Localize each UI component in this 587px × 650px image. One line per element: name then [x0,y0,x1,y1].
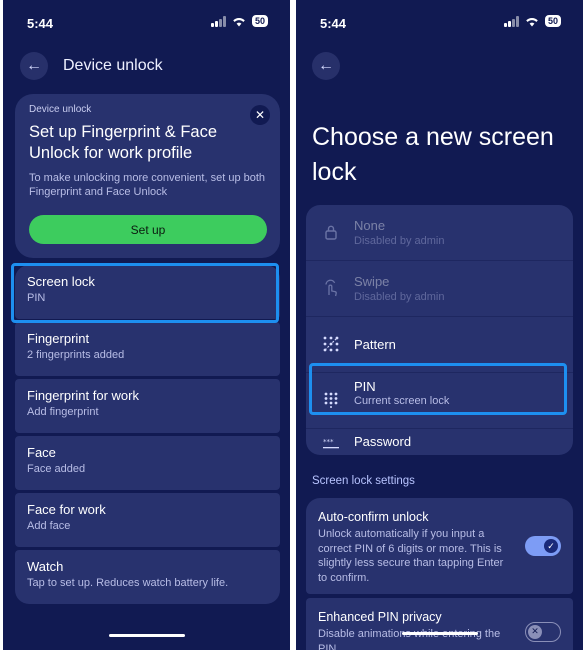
gesture-nav-bar[interactable] [402,632,478,635]
enhanced-pin-privacy-toggle[interactable]: ✕ [525,622,561,642]
status-bar: 5:44 50 [296,0,583,44]
lock-icon [320,221,342,243]
battery-level: 50 [547,16,558,26]
option-title: None [354,218,386,233]
cellular-signal-icon [504,15,519,27]
page-title: Choose a new screen lock [312,123,554,186]
screen-lock-options: None Disabled by admin Swipe Disabled by… [306,205,573,455]
back-button[interactable]: ← [20,52,48,80]
choose-screen-lock-screen: 5:44 50 ← Choose a new screen lock None … [296,0,583,650]
option-subtitle: Disabled by admin [354,291,445,303]
settings-item-face-for-work[interactable]: Face for work Add face [15,493,280,547]
item-title: Fingerprint for work [27,388,139,403]
promo-label: Device unlock [29,104,92,115]
arrow-left-icon: ← [26,57,42,74]
option-password[interactable]: *** Password [306,417,573,455]
status-time: 5:44 [320,16,347,31]
status-time: 5:44 [27,16,54,31]
option-swipe[interactable]: Swipe Disabled by admin [306,261,573,317]
close-icon: ✕ [254,108,266,122]
setup-button[interactable]: Set up [29,215,267,244]
settings-item-face[interactable]: Face Face added [15,436,280,490]
battery-level: 50 [254,16,265,26]
settings-item-watch[interactable]: Watch Tap to set up. Reduces watch batte… [15,550,280,604]
option-title: Swipe [354,274,390,289]
cellular-signal-icon [211,15,226,27]
checkmark-icon: ✓ [544,539,558,553]
device-unlock-screen: 5:44 50 ← Device unlock Device unlock Se… [3,0,290,650]
wifi-icon [233,17,245,26]
status-bar: 5:44 50 [3,0,290,44]
option-title: Pattern [354,337,396,352]
option-pattern[interactable]: Pattern [306,317,573,373]
setting-title: Auto-confirm unlock [318,510,429,524]
item-subtitle: Face added [27,463,86,475]
battery-icon: 50 [251,15,268,27]
pin-keypad-icon [320,389,342,411]
item-subtitle: Add fingerprint [27,406,99,418]
setting-title: Enhanced PIN privacy [318,610,442,624]
option-title: Password [354,434,412,449]
item-title: Face for work [27,502,106,517]
settings-item-screen-lock[interactable]: Screen lock PIN [15,265,280,319]
wifi-icon [526,17,538,26]
item-title: Screen lock [27,274,95,289]
svg-text:***: *** [323,439,334,446]
pattern-icon [320,333,342,355]
setting-auto-confirm-unlock[interactable]: Auto-confirm unlock Unlock automatically… [306,498,573,594]
setting-description: Unlock automatically if you input a corr… [318,528,504,584]
item-subtitle: Tap to set up. Reduces watch battery lif… [27,577,229,589]
option-none[interactable]: None Disabled by admin [306,205,573,261]
item-subtitle: PIN [27,292,46,304]
swipe-icon [320,277,342,299]
option-title: PIN [354,379,376,394]
promo-heading: Set up Fingerprint & Face Unlock for wor… [29,123,218,162]
gesture-nav-bar[interactable] [109,634,185,637]
item-subtitle: 2 fingerprints added [27,349,125,361]
item-title: Watch [27,559,64,574]
section-header: Screen lock settings [312,475,415,487]
setting-description: Disable animations while entering the PI… [318,628,501,650]
setting-enhanced-pin-privacy[interactable]: Enhanced PIN privacy Disable animations … [306,598,573,650]
option-subtitle: Disabled by admin [354,235,445,247]
back-button[interactable]: ← [312,52,340,80]
auto-confirm-toggle[interactable]: ✓ [525,536,561,556]
promo-description: To make unlocking more convenient, set u… [29,172,266,198]
dismiss-button[interactable]: ✕ [250,105,270,125]
battery-icon: 50 [544,15,561,27]
item-title: Fingerprint [27,331,90,346]
arrow-left-icon: ← [318,57,334,74]
settings-item-fingerprint[interactable]: Fingerprint 2 fingerprints added [15,322,280,376]
password-icon: *** [320,433,342,455]
item-subtitle: Add face [27,520,71,532]
page-title: Device unlock [63,57,163,74]
promo-card: Device unlock Set up Fingerprint & Face … [15,94,280,258]
option-subtitle: Current screen lock [354,395,450,407]
close-icon: ✕ [528,624,542,639]
settings-item-fingerprint-for-work[interactable]: Fingerprint for work Add fingerprint [15,379,280,433]
item-title: Face [27,445,56,460]
